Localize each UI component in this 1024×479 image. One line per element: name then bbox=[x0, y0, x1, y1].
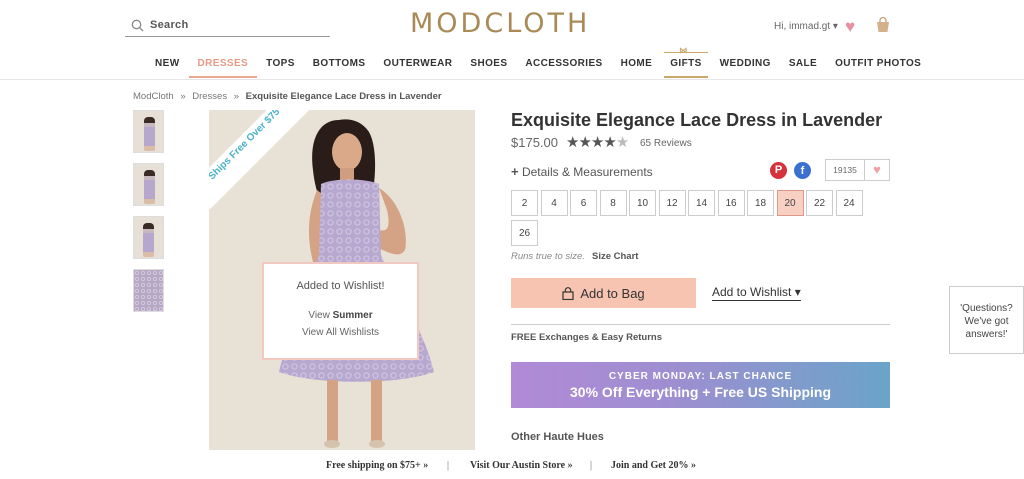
product-thumbnail[interactable] bbox=[133, 163, 164, 206]
bottom-promo-bar: Free shipping on $75+ » | Visit Our Aust… bbox=[0, 456, 1024, 479]
popup-title: Added to Wishlist! bbox=[296, 280, 385, 292]
product-thumbnail[interactable] bbox=[133, 269, 164, 312]
size-option[interactable]: 18 bbox=[747, 190, 774, 216]
promo-line1: CYBER MONDAY: LAST CHANCE bbox=[608, 371, 793, 382]
size-selector: 2 4 6 8 10 12 14 16 18 20 22 24 26 bbox=[511, 190, 891, 250]
nav-item-home[interactable]: HOME bbox=[612, 58, 662, 78]
breadcrumb-link-modcloth[interactable]: ModCloth bbox=[133, 91, 174, 102]
site-header: Search MODCLOTH Hi, immad.gt ▾ ♥ NEW DRE… bbox=[0, 0, 1024, 80]
bottom-separator: | bbox=[590, 460, 593, 471]
search-label: Search bbox=[150, 19, 189, 31]
free-exchanges-text: FREE Exchanges & Easy Returns bbox=[511, 332, 662, 343]
size-option[interactable]: 6 bbox=[570, 190, 597, 216]
lock-icon bbox=[562, 286, 574, 300]
add-wishlist-heart-icon[interactable]: ♥ bbox=[864, 159, 890, 181]
star-icon: ★ bbox=[566, 134, 579, 151]
star-icon: ★ bbox=[590, 134, 604, 151]
visit-store-link[interactable]: Visit Our Austin Store » bbox=[470, 460, 573, 471]
promo-banner[interactable]: CYBER MONDAY: LAST CHANCE 30% Off Everyt… bbox=[511, 362, 890, 408]
nav-item-tops[interactable]: TOPS bbox=[257, 58, 304, 78]
caret-down-icon: ▾ bbox=[794, 285, 801, 299]
nav-item-sale[interactable]: SALE bbox=[780, 58, 826, 78]
nav-item-outerwear[interactable]: OUTERWEAR bbox=[374, 58, 461, 78]
user-greeting[interactable]: Hi, immad.gt ▾ bbox=[774, 21, 838, 32]
product-price: $175.00 bbox=[511, 135, 558, 150]
nav-item-new[interactable]: NEW bbox=[146, 58, 189, 78]
breadcrumb-link-dresses[interactable]: Dresses bbox=[192, 91, 227, 102]
pinterest-icon[interactable]: P bbox=[770, 162, 787, 179]
breadcrumb-separator: » bbox=[180, 91, 186, 102]
size-option[interactable]: 8 bbox=[599, 190, 627, 216]
shopping-bag-icon[interactable] bbox=[874, 16, 892, 39]
view-wishlist-link[interactable]: View Summer bbox=[264, 310, 417, 321]
thumbnail-list bbox=[133, 110, 164, 322]
bottom-separator: | bbox=[447, 460, 450, 471]
wishlist-added-popup: Added to Wishlist! View Summer View All … bbox=[262, 262, 419, 360]
plus-icon: + bbox=[511, 164, 519, 179]
product-thumbnail[interactable] bbox=[133, 216, 164, 259]
nav-item-shoes[interactable]: SHOES bbox=[461, 58, 516, 78]
facebook-icon[interactable]: f bbox=[794, 162, 811, 179]
nav-item-gifts[interactable]: GIFTS ⋈ bbox=[661, 46, 710, 78]
breadcrumb-current: Exquisite Elegance Lace Dress in Lavende… bbox=[245, 91, 442, 102]
questions-chat-widget[interactable]: 'Questions? We've got answers!' bbox=[949, 286, 1024, 354]
breadcrumb: ModCloth » Dresses » Exquisite Elegance … bbox=[133, 91, 442, 102]
size-option[interactable]: 2 bbox=[511, 190, 538, 216]
add-to-wishlist-dropdown[interactable]: Add to Wishlist ▾ bbox=[712, 285, 801, 301]
size-option[interactable]: 14 bbox=[688, 190, 715, 216]
product-title: Exquisite Elegance Lace Dress in Lavende… bbox=[511, 110, 883, 130]
other-hues-heading: Other Haute Hues bbox=[511, 431, 604, 443]
join-offer-link[interactable]: Join and Get 20% » bbox=[611, 460, 696, 471]
site-logo[interactable]: MODCLOTH bbox=[410, 8, 590, 39]
size-option-selected[interactable]: 20 bbox=[776, 190, 804, 216]
nav-item-outfit-photos[interactable]: OUTFIT PHOTOS bbox=[826, 58, 930, 78]
free-shipping-link[interactable]: Free shipping on $75+ » bbox=[326, 460, 428, 471]
wishlist-count: 19135 bbox=[825, 159, 865, 181]
nav-item-dresses[interactable]: DRESSES bbox=[188, 58, 258, 78]
divider bbox=[511, 324, 890, 325]
wishlist-heart-icon[interactable]: ♥ bbox=[845, 18, 855, 35]
size-option[interactable]: 24 bbox=[835, 190, 863, 216]
fit-note: Runs true to size. bbox=[511, 251, 585, 262]
star-icon: ★ bbox=[603, 134, 616, 151]
main-nav: NEW DRESSES TOPS BOTTOMS OUTERWEAR SHOES… bbox=[146, 46, 930, 78]
size-option[interactable]: 4 bbox=[540, 190, 568, 216]
size-chart-link[interactable]: Size Chart bbox=[592, 251, 638, 262]
view-all-wishlists-link[interactable]: View All Wishlists bbox=[264, 327, 417, 338]
nav-item-accessories[interactable]: ACCESSORIES bbox=[516, 58, 611, 78]
size-option[interactable]: 22 bbox=[806, 190, 833, 216]
size-option[interactable]: 16 bbox=[717, 190, 745, 216]
star-icon: ★ bbox=[615, 134, 629, 151]
nav-item-wedding[interactable]: WEDDING bbox=[711, 58, 780, 78]
chevron-down-icon: ▾ bbox=[832, 21, 838, 32]
size-option[interactable]: 26 bbox=[511, 220, 538, 246]
star-icon: ★ bbox=[578, 134, 591, 151]
promo-line2: 30% Off Everything + Free US Shipping bbox=[570, 384, 831, 400]
breadcrumb-separator: » bbox=[233, 91, 240, 102]
search-icon bbox=[131, 19, 144, 31]
details-measurements-toggle[interactable]: + Details & Measurements bbox=[511, 164, 653, 179]
size-option[interactable]: 12 bbox=[658, 190, 686, 216]
add-to-bag-button[interactable]: Add to Bag bbox=[511, 278, 696, 308]
gift-bow-icon: ⋈ bbox=[679, 46, 688, 55]
size-option[interactable]: 10 bbox=[629, 190, 656, 216]
reviews-link[interactable]: 65 Reviews bbox=[640, 138, 692, 149]
nav-item-bottoms[interactable]: BOTTOMS bbox=[304, 58, 375, 78]
rating-stars[interactable]: ★★★★★ bbox=[566, 133, 629, 151]
product-thumbnail[interactable] bbox=[133, 110, 164, 153]
search-input[interactable]: Search bbox=[125, 14, 330, 37]
